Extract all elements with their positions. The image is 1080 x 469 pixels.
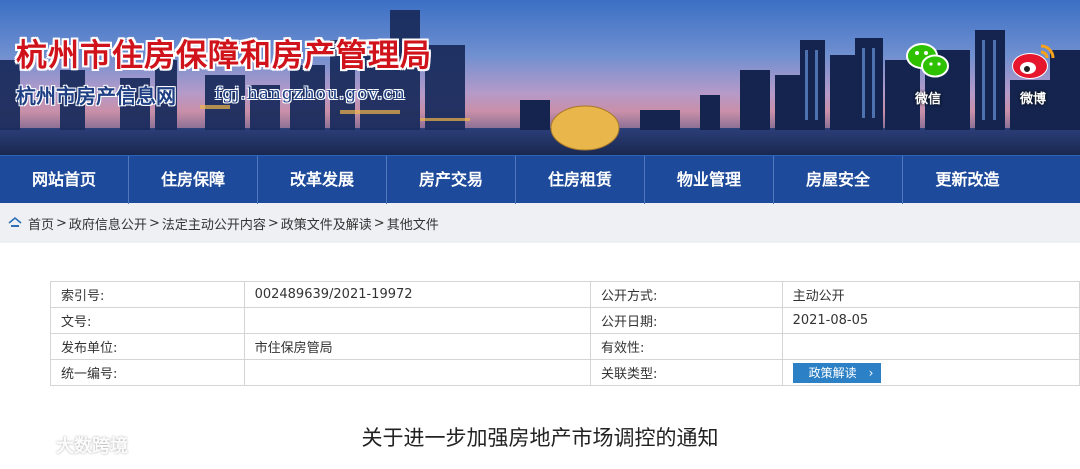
related-type-label: 关联类型: [590,359,783,386]
breadcrumb-home[interactable]: 首页 [28,214,54,233]
watermark-text: 大数跨境 [56,436,128,457]
site-url[interactable]: fgj.hangzhou.gov.cn [215,84,406,104]
public-date-label: 公开日期: [590,307,783,334]
policy-interpretation-button[interactable]: 政策解读 › [792,362,882,383]
breadcrumb-separator: > [373,215,385,231]
nav-item-reform[interactable]: 改革发展 [258,156,387,204]
public-date-value: 2021-08-05 [781,307,1080,334]
validity-label: 有效性: [590,333,783,360]
breadcrumb: 首页 > 政府信息公开 > 法定主动公开内容 > 政策文件及解读 > 其他文件 [0,203,1080,243]
policy-interpretation-label: 政策解读 [808,366,857,380]
document-info-table: 索引号: 002489639/2021-19972 公开方式: 主动公开 文号:… [50,281,1080,386]
nav-item-home[interactable]: 网站首页 [0,156,129,204]
home-icon [8,216,22,227]
chevron-right-icon: › [868,365,874,380]
nav-item-building-safety[interactable]: 房屋安全 [774,156,903,204]
nav-item-property-trade[interactable]: 房产交易 [387,156,516,204]
wechat-icon [906,43,949,78]
watermark: 大数跨境 [6,432,128,458]
watermark-logo-icon [8,434,46,453]
nav-item-rental[interactable]: 住房租赁 [516,156,645,204]
breadcrumb-gov-info[interactable]: 政府信息公开 [69,214,147,233]
public-mode-value: 主动公开 [781,281,1080,308]
wechat-label: 微信 [914,92,941,107]
public-mode-label: 公开方式: [590,281,783,308]
breadcrumb-separator: > [56,215,67,231]
document-title: 关于进一步加强房地产市场调控的通知 [361,426,719,450]
nav-item-housing-security[interactable]: 住房保障 [129,156,258,204]
unified-no-label: 统一编号: [50,359,245,386]
breadcrumb-policy[interactable]: 政策文件及解读 [281,214,372,233]
breadcrumb-separator: > [148,215,160,231]
weibo-label: 微博 [1019,92,1046,107]
weibo-icon [1012,44,1055,79]
doc-no-value [243,307,592,334]
nav-item-property-management[interactable]: 物业管理 [645,156,774,204]
site-title: 杭州市住房保障和房产管理局 [16,38,432,74]
breadcrumb-statutory[interactable]: 法定主动公开内容 [162,214,266,233]
breadcrumb-separator: > [267,215,279,231]
publisher-value: 市住保房管局 [243,333,592,360]
index-label: 索引号: [50,281,245,308]
table-row: 统一编号: 关联类型: 政策解读 › [50,359,1080,386]
related-type-cell: 政策解读 › [781,359,1080,386]
header-banner: 杭州市住房保障和房产管理局 杭州市房产信息网 fgj.hangzhou.gov.… [0,0,1080,155]
main-nav: 网站首页 住房保障 改革发展 房产交易 住房租赁 物业管理 房屋安全 更新改造 [0,155,1080,204]
index-value: 002489639/2021-19972 [243,281,592,308]
wechat-link[interactable]: 微信 [898,40,958,107]
breadcrumb-other-files[interactable]: 其他文件 [387,214,439,233]
table-row: 文号: 公开日期: 2021-08-05 [50,307,1080,334]
publisher-label: 发布单位: [50,333,245,360]
doc-no-label: 文号: [50,307,245,334]
table-row: 索引号: 002489639/2021-19972 公开方式: 主动公开 [50,281,1080,308]
table-row: 发布单位: 市住保房管局 有效性: [50,333,1080,360]
unified-no-value [243,359,592,386]
nav-item-renewal[interactable]: 更新改造 [903,156,1032,204]
site-subtitle: 杭州市房产信息网 [16,84,176,108]
validity-value [781,333,1080,360]
weibo-link[interactable]: 微博 [1003,40,1063,107]
